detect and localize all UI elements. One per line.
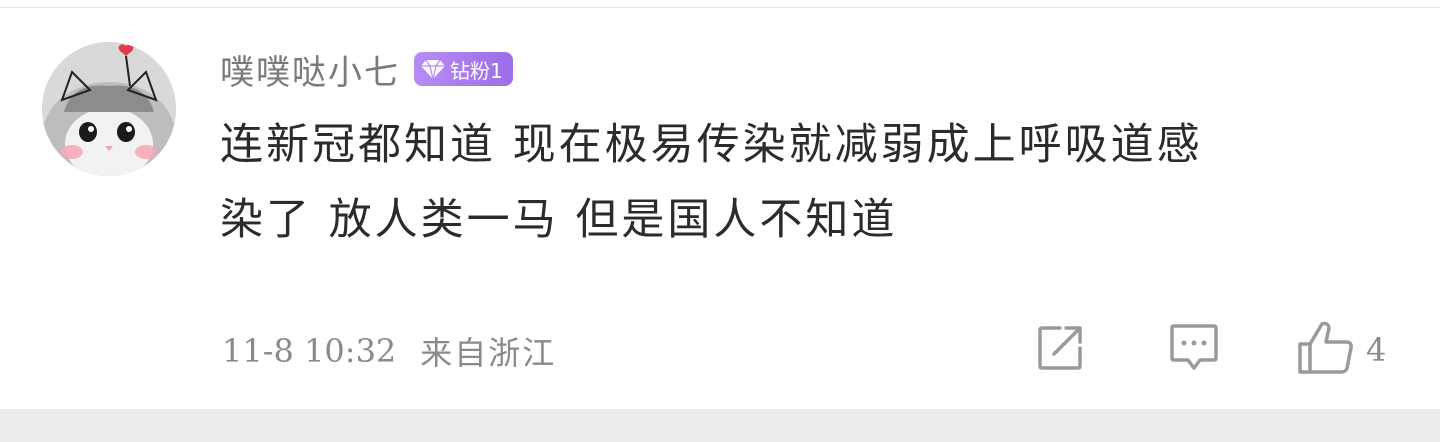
author-name[interactable]: 噗噗哒小七 <box>220 45 400 94</box>
comment-line: 染了 放人类一马 但是国人不知道 <box>220 195 898 245</box>
comment-button[interactable] <box>1166 320 1222 380</box>
fan-badge[interactable]: 钻粉1 <box>414 52 513 86</box>
diamond-icon <box>420 58 446 80</box>
author-row: 噗噗哒小七 钻粉1 <box>220 45 513 94</box>
comment-icon <box>1166 320 1222 380</box>
comment-location: 来自浙江 <box>420 334 557 372</box>
like-button[interactable]: 4 <box>1296 320 1386 380</box>
share-icon <box>1034 322 1086 378</box>
comment-meta: 11-8 10:32 来自浙江 <box>222 326 556 376</box>
comment-line: 连新冠都知道 现在极易传染就减弱成上呼吸道感 <box>220 120 1203 170</box>
user-avatar[interactable] <box>42 42 176 176</box>
like-count: 4 <box>1366 331 1387 369</box>
comment-card: 噗噗哒小七 钻粉1 连新冠都知道 现在极易传染就减弱成上呼吸道感 染了 放人类一… <box>0 0 1440 442</box>
bottom-separator-band <box>0 409 1440 442</box>
comment-timestamp: 11-8 10:32 <box>222 332 397 370</box>
cat-avatar-icon <box>42 42 176 176</box>
thumbs-up-icon <box>1296 320 1356 380</box>
share-button[interactable] <box>1034 320 1086 380</box>
badge-label: 钻粉1 <box>450 58 503 83</box>
top-divider <box>0 7 1440 8</box>
comment-body: 连新冠都知道 现在极易传染就减弱成上呼吸道感 染了 放人类一马 但是国人不知道 <box>220 108 1370 258</box>
